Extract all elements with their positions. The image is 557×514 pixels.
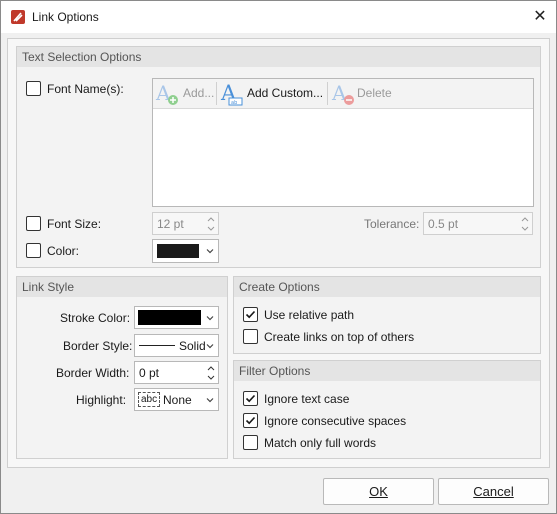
add-custom-font-label: Add Custom... xyxy=(247,86,324,100)
svg-text:ab: ab xyxy=(231,100,237,106)
checkmark-icon xyxy=(245,416,256,425)
use-relative-path-checkbox[interactable] xyxy=(243,307,258,322)
ok-button-label: OK xyxy=(369,484,388,499)
add-font-icon: A xyxy=(155,82,178,105)
use-relative-path-label: Use relative path xyxy=(264,308,355,322)
highlight-dropdown[interactable]: abc None xyxy=(134,388,219,411)
color-swatch xyxy=(157,244,199,258)
border-width-value: 0 pt xyxy=(139,366,160,380)
filter-options-header: Filter Options xyxy=(234,361,540,381)
ok-button[interactable]: OK xyxy=(323,478,434,505)
ignore-text-case-checkbox[interactable] xyxy=(243,391,258,406)
stroke-color-label: Stroke Color: xyxy=(60,311,131,325)
chevron-down-icon xyxy=(206,343,214,348)
chevron-down-icon xyxy=(206,315,214,320)
color-label: Color: xyxy=(47,244,80,258)
ignore-consecutive-spaces-label: Ignore consecutive spaces xyxy=(264,414,407,428)
ignore-text-case-label: Ignore text case xyxy=(264,392,350,406)
stroke-color-dropdown[interactable] xyxy=(134,306,219,329)
cancel-button[interactable]: Cancel xyxy=(438,478,549,505)
app-icon xyxy=(10,9,26,25)
stroke-color-swatch xyxy=(138,310,201,325)
border-style-label: Border Style: xyxy=(63,339,133,353)
highlight-badge: abc xyxy=(138,392,161,407)
chevron-down-icon xyxy=(206,249,214,254)
link-style-header: Link Style xyxy=(17,277,227,297)
toolbar-separator xyxy=(327,82,328,105)
title-bar: Link Options ✕ xyxy=(1,1,556,33)
close-icon[interactable]: ✕ xyxy=(529,6,551,28)
border-style-line-preview xyxy=(139,345,175,346)
font-list-toolbar: A Add... A ab Add Custom... A Delete xyxy=(153,79,533,109)
create-links-on-top-label: Create links on top of others xyxy=(264,330,415,344)
match-full-words-checkbox[interactable] xyxy=(243,435,258,450)
add-custom-font-icon: A ab xyxy=(220,81,243,106)
highlight-value: None xyxy=(163,393,192,407)
color-checkbox[interactable] xyxy=(26,243,41,258)
match-full-words-label: Match only full words xyxy=(264,436,377,450)
font-size-value: 12 pt xyxy=(157,217,184,231)
tolerance-spinner[interactable]: 0.5 pt xyxy=(423,212,533,235)
tolerance-label: Tolerance: xyxy=(364,217,420,231)
spinner-arrows-icon[interactable] xyxy=(206,364,216,385)
highlight-label: Highlight: xyxy=(76,393,127,407)
checkmark-icon xyxy=(245,394,256,403)
tolerance-value: 0.5 pt xyxy=(428,217,459,231)
spinner-arrows-icon[interactable] xyxy=(206,215,216,236)
chevron-down-icon xyxy=(206,397,214,402)
font-names-checkbox[interactable] xyxy=(26,81,41,96)
create-links-on-top-checkbox[interactable] xyxy=(243,329,258,344)
dialog-title: Link Options xyxy=(32,10,99,24)
border-width-spinner[interactable]: 0 pt xyxy=(134,361,219,384)
font-names-list[interactable]: A Add... A ab Add Custom... A Delete xyxy=(152,78,534,207)
border-style-dropdown[interactable]: Solid xyxy=(134,334,219,357)
delete-font-label: Delete xyxy=(357,86,392,100)
font-size-spinner[interactable]: 12 pt xyxy=(152,212,219,235)
cancel-button-label: Cancel xyxy=(473,484,514,499)
toolbar-separator xyxy=(216,82,217,105)
font-size-checkbox[interactable] xyxy=(26,216,41,231)
font-names-label: Font Name(s): xyxy=(47,82,124,96)
border-width-label: Border Width: xyxy=(56,366,130,380)
link-options-dialog: Link Options ✕ Text Selection Options Fo… xyxy=(0,0,557,514)
delete-font-icon: A xyxy=(331,82,354,105)
text-selection-header: Text Selection Options xyxy=(17,47,540,67)
ignore-consecutive-spaces-checkbox[interactable] xyxy=(243,413,258,428)
font-size-label: Font Size: xyxy=(47,217,102,231)
border-style-value: Solid xyxy=(179,339,205,353)
create-options-header: Create Options xyxy=(234,277,540,297)
spinner-arrows-icon[interactable] xyxy=(520,215,530,236)
checkmark-icon xyxy=(245,310,256,319)
add-font-label: Add... xyxy=(183,86,215,100)
color-dropdown[interactable] xyxy=(152,239,219,263)
